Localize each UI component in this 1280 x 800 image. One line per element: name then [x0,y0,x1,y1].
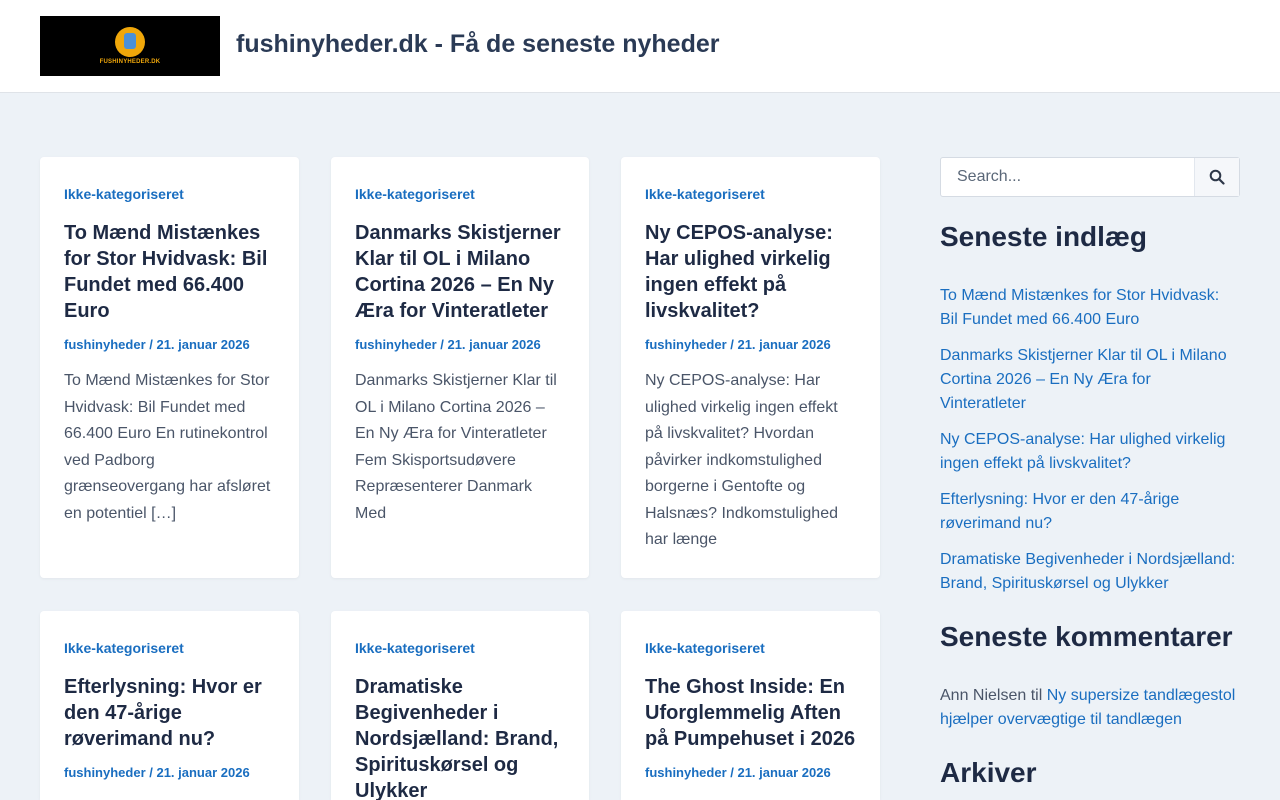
post-date: 21. januar 2026 [737,337,831,352]
meta-separator: / [726,337,738,352]
post-title: Danmarks Skistjerner Klar til OL i Milan… [355,220,565,324]
site-logo[interactable]: FUSHINYHEDER.DK [40,16,220,76]
list-item: Efterlysning: Hvor er den 47-årige røver… [940,488,1240,536]
post-title-link[interactable]: Dramatiske Begivenheder i Nordsjælland: … [355,676,558,800]
post-category[interactable]: Ikke-kategoriseret [64,186,275,202]
post-excerpt: To Mænd Mistænkes for Stor Hvidvask: Bil… [64,372,271,522]
search-icon [1209,169,1225,185]
post-meta: fushinyheder / 21. januar 2026 [64,337,275,352]
recent-comments-title: Seneste kommentarer [940,621,1233,652]
site-header: FUSHINYHEDER.DK fushinyheder.dk - Få de … [0,0,1280,93]
post-meta: fushinyheder / 21. januar 2026 [645,765,856,780]
post-excerpt: Danmarks Skistjerner Klar til OL i Milan… [355,372,557,522]
post-author[interactable]: fushinyheder [64,337,146,352]
post-title: The Ghost Inside: En Uforglemmelig Aften… [645,674,856,752]
post-title: Efterlysning: Hvor er den 47-årige røver… [64,674,275,752]
post-meta: fushinyheder / 21. januar 2026 [355,337,565,352]
post-title-link[interactable]: Ny CEPOS-analyse: Har ulighed virkelig i… [645,222,833,322]
recent-post-link[interactable]: Ny CEPOS-analyse: Har ulighed virkelig i… [940,431,1225,472]
logo-text: FUSHINYHEDER.DK [99,59,161,65]
post-category[interactable]: Ikke-kategoriseret [64,640,275,656]
post-card: Ikke-kategoriseret Ny CEPOS-analyse: Har… [621,157,880,578]
post-title-link[interactable]: Efterlysning: Hvor er den 47-årige røver… [64,676,262,750]
post-title: Dramatiske Begivenheder i Nordsjælland: … [355,674,565,800]
post-card: Ikke-kategoriseret Danmarks Skistjerner … [331,157,589,578]
post-card: Ikke-kategoriseret Efterlysning: Hvor er… [40,611,299,800]
archives-title: Arkiver [940,757,1037,788]
meta-separator: / [726,765,738,780]
search-button[interactable] [1194,158,1239,196]
post-title: Ny CEPOS-analyse: Har ulighed virkelig i… [645,220,856,324]
post-title: To Mænd Mistænkes for Stor Hvidvask: Bil… [64,220,275,324]
recent-post-link[interactable]: Danmarks Skistjerner Klar til OL i Milan… [940,347,1227,412]
list-item: Danmarks Skistjerner Klar til OL i Milan… [940,344,1240,416]
meta-separator: / [145,765,157,780]
comment-connector: til [1026,687,1047,704]
post-author[interactable]: fushinyheder [645,337,727,352]
post-date: 21. januar 2026 [156,337,250,352]
post-excerpt: Ny CEPOS-analyse: Har ulighed virkelig i… [645,372,838,548]
recent-post-link[interactable]: Efterlysning: Hvor er den 47-årige røver… [940,491,1179,532]
thumbs-up-logo-icon [115,27,145,57]
post-author[interactable]: fushinyheder [645,765,727,780]
post-card: Ikke-kategoriseret Dramatiske Begivenhed… [331,611,589,800]
site-title[interactable]: fushinyheder.dk - Få de seneste nyheder [236,30,719,59]
meta-separator: / [145,337,157,352]
post-title-link[interactable]: The Ghost Inside: En Uforglemmelig Aften… [645,676,855,750]
list-item: Ny CEPOS-analyse: Har ulighed virkelig i… [940,428,1240,476]
post-card: Ikke-kategoriseret To Mænd Mistænkes for… [40,157,299,578]
post-card: Ikke-kategoriseret The Ghost Inside: En … [621,611,880,800]
post-date: 21. januar 2026 [447,337,541,352]
post-author[interactable]: fushinyheder [64,765,146,780]
list-item: Dramatiske Begivenheder i Nordsjælland: … [940,548,1240,596]
search-form [940,157,1240,197]
post-meta: fushinyheder / 21. januar 2026 [64,765,275,780]
post-meta: fushinyheder / 21. januar 2026 [645,337,856,352]
post-category[interactable]: Ikke-kategoriseret [355,186,565,202]
recent-post-link[interactable]: To Mænd Mistænkes for Stor Hvidvask: Bil… [940,287,1219,328]
post-date: 21. januar 2026 [737,765,831,780]
post-title-link[interactable]: To Mænd Mistænkes for Stor Hvidvask: Bil… [64,222,267,322]
recent-post-link[interactable]: Dramatiske Begivenheder i Nordsjælland: … [940,551,1235,592]
post-category[interactable]: Ikke-kategoriseret [355,640,565,656]
meta-separator: / [436,337,448,352]
comment-author: Ann Nielsen [940,687,1027,704]
post-date: 21. januar 2026 [156,765,250,780]
post-author[interactable]: fushinyheder [355,337,437,352]
recent-comment: Ann Nielsen til Ny supersize tandlægesto… [940,684,1240,732]
search-input[interactable] [942,159,1194,195]
post-category[interactable]: Ikke-kategoriseret [645,640,856,656]
post-category[interactable]: Ikke-kategoriseret [645,186,856,202]
list-item: To Mænd Mistænkes for Stor Hvidvask: Bil… [940,284,1240,332]
recent-posts-list: To Mænd Mistænkes for Stor Hvidvask: Bil… [940,284,1240,608]
recent-posts-title: Seneste indlæg [940,221,1147,252]
post-title-link[interactable]: Danmarks Skistjerner Klar til OL i Milan… [355,222,561,322]
